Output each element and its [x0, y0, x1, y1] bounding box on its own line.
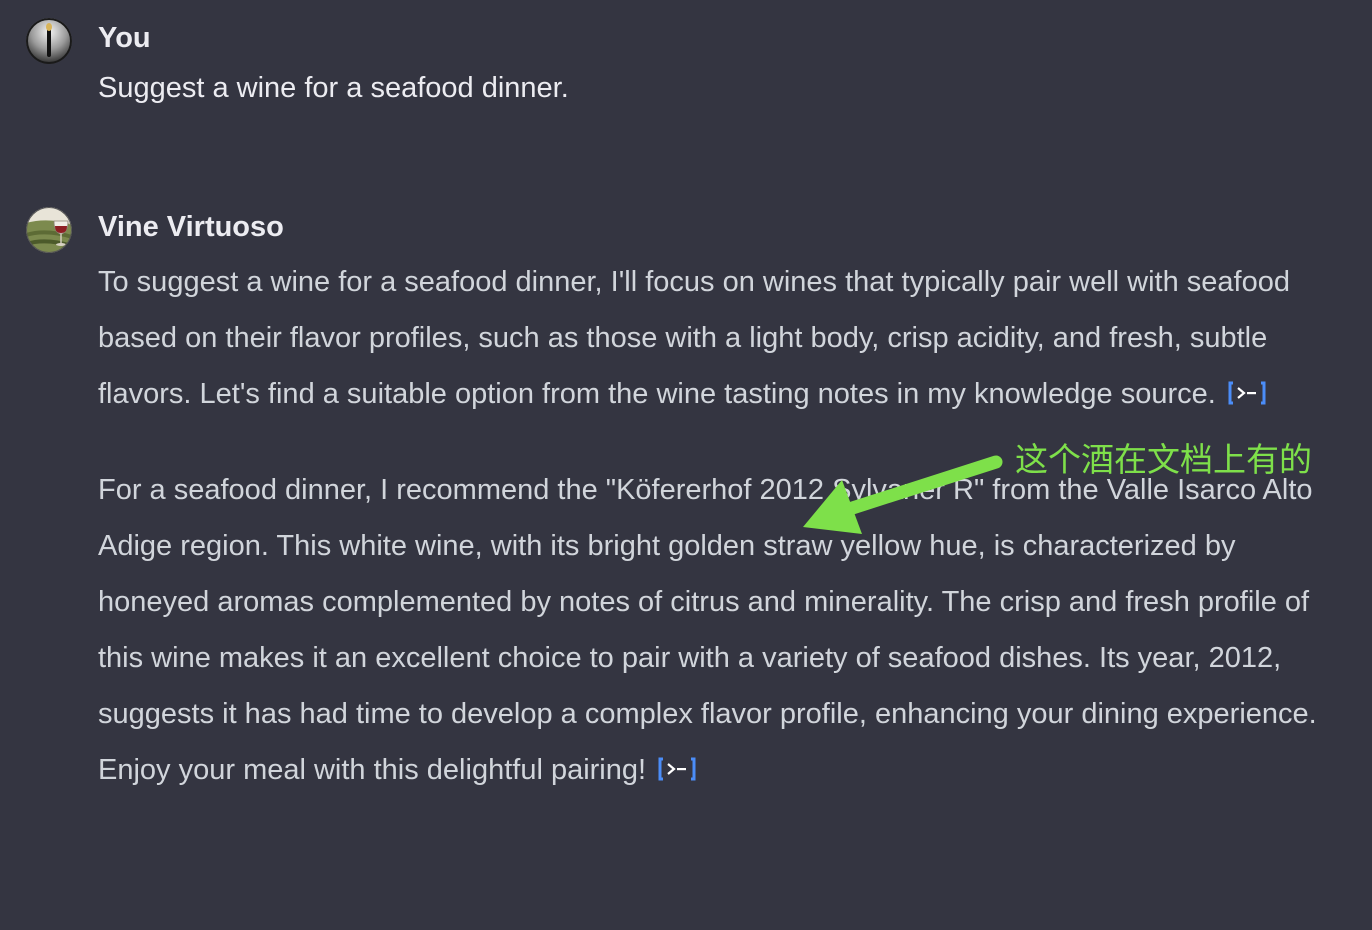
- assistant-paragraph: To suggest a wine for a seafood dinner, …: [98, 266, 1290, 410]
- user-message-text: Suggest a wine for a seafood dinner.: [98, 72, 569, 104]
- user-avatar: [26, 18, 72, 64]
- candle-avatar-icon: [26, 18, 72, 64]
- vineyard-wine-glass-avatar-icon: [26, 207, 72, 253]
- assistant-author-name: Vine Virtuoso: [98, 211, 284, 243]
- assistant-avatar: [26, 207, 72, 253]
- citation-source-icon[interactable]: [1228, 380, 1266, 406]
- assistant-message-body: To suggest a wine for a seafood dinner, …: [98, 254, 1338, 798]
- user-author-name: You: [98, 22, 151, 54]
- citation-source-icon[interactable]: [658, 756, 696, 782]
- annotation-label: 这个酒在文档上有的: [1015, 440, 1312, 479]
- assistant-paragraph: For a seafood dinner, I recommend the "K…: [98, 474, 1317, 786]
